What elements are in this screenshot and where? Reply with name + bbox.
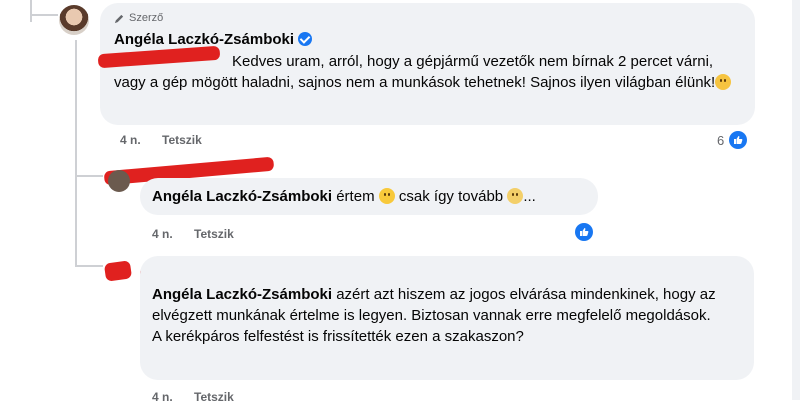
- reply-author-2[interactable]: Angéla Laczkó-Zsámboki: [152, 286, 332, 303]
- verified-icon: [298, 32, 313, 46]
- avatar[interactable]: [59, 5, 89, 35]
- redaction-mark: [103, 260, 133, 282]
- wink-emoji-icon: [507, 188, 524, 204]
- smile-emoji-icon: [378, 188, 395, 204]
- comment-time[interactable]: 4 n.: [120, 133, 141, 147]
- comment-actions: 4 n. Tetszik: [120, 133, 220, 147]
- reply-bubble-1: Angéla Laczkó-Zsámboki értem csak így to…: [140, 178, 598, 215]
- reply-time-2[interactable]: 4 n.: [152, 390, 173, 404]
- reply-author-1[interactable]: Angéla Laczkó-Zsámboki: [152, 188, 332, 205]
- comment-bubble-main: Szerző Angéla Laczkó-Zsámboki Kedves ura…: [100, 3, 755, 125]
- sad-emoji-icon: [715, 74, 732, 90]
- like-button[interactable]: Tetszik: [194, 227, 234, 241]
- like-icon[interactable]: [729, 131, 747, 149]
- thread-line-connector: [30, 14, 58, 16]
- badge-label: Szerző: [129, 12, 164, 24]
- like-button[interactable]: Tetszik: [194, 390, 234, 404]
- reaction-count[interactable]: 6: [717, 133, 724, 148]
- avatar[interactable]: [108, 170, 130, 192]
- scrollbar[interactable]: [792, 0, 800, 400]
- reply-bubble-2: Angéla Laczkó-Zsámboki azért azt hiszem …: [140, 256, 754, 380]
- like-icon[interactable]: [575, 223, 593, 241]
- reply-actions-1: 4 n. Tetszik: [152, 227, 252, 241]
- thread-line-reply-2: [75, 265, 103, 267]
- thread-line-main: [75, 40, 77, 265]
- thread-line-top: [30, 0, 32, 22]
- thread-line-reply-1: [75, 175, 103, 177]
- pencil-icon: [114, 14, 124, 23]
- like-button[interactable]: Tetszik: [162, 133, 202, 147]
- author-badge: Szerző: [114, 12, 163, 24]
- reply-text-1: Angéla Laczkó-Zsámboki értem csak így to…: [152, 188, 536, 205]
- reply-actions-2: 4 n. Tetszik: [152, 390, 252, 404]
- reply-time-1[interactable]: 4 n.: [152, 227, 173, 241]
- reply-text-2: Angéla Laczkó-Zsámboki azért azt hiszem …: [152, 286, 716, 345]
